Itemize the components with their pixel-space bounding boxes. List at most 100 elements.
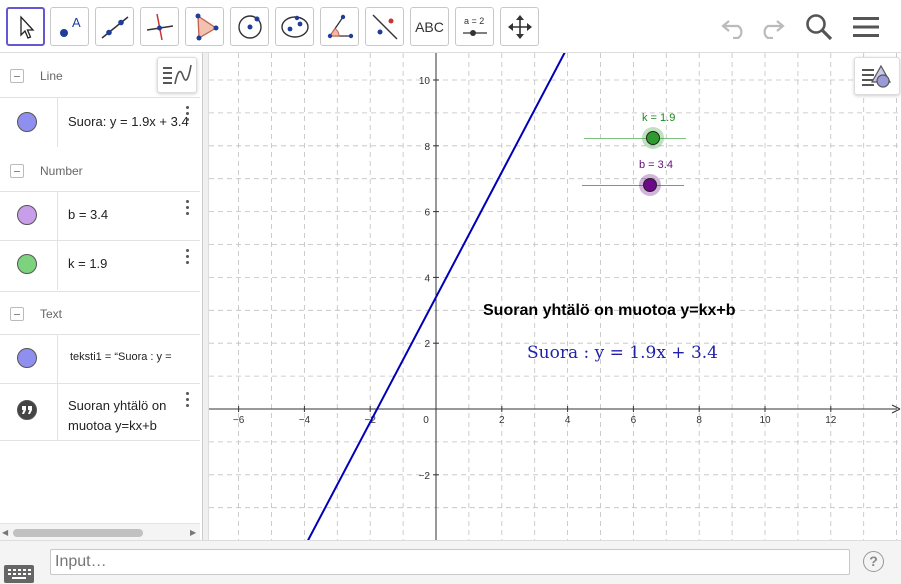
angle-icon: [327, 14, 353, 38]
menu-icon: [853, 17, 879, 37]
menu-button[interactable]: [849, 10, 883, 44]
slider-track[interactable]: [582, 185, 684, 186]
more-options-icon[interactable]: [186, 106, 190, 124]
conic-ellipse-icon: [280, 15, 309, 38]
slider-label: k = 1.9: [642, 112, 676, 124]
conic-tool-button[interactable]: [275, 7, 314, 46]
category-label: Text: [40, 306, 63, 321]
slider-k[interactable]: k = 1.9: [584, 108, 704, 149]
algebra-expression-line2: muotoa y=kx+b: [68, 418, 157, 433]
slider-b[interactable]: b = 3.4: [582, 155, 702, 196]
search-icon: [806, 14, 833, 41]
polygon-tool-button[interactable]: [185, 7, 224, 46]
category-line[interactable]: Line: [0, 54, 200, 98]
move-arrow-icon: [19, 14, 34, 39]
algebra-expression: k = 1.9: [68, 256, 108, 271]
category-number[interactable]: Number: [0, 149, 200, 193]
collapse-icon[interactable]: [10, 306, 24, 321]
x-tick-label: 4: [565, 415, 571, 426]
slider-knob[interactable]: [642, 127, 664, 149]
equation-text[interactable]: Suora : y = 1.9x + 3.4: [527, 343, 718, 363]
y-tick-label: −2: [419, 471, 431, 482]
quote-icon: [17, 400, 37, 420]
input-field[interactable]: [50, 549, 850, 575]
line-tool-button[interactable]: [95, 7, 134, 46]
move-view-icon: [507, 14, 532, 39]
x-tick-label: 6: [631, 415, 637, 426]
text-tool-button[interactable]: ABC: [410, 7, 449, 46]
slider-track[interactable]: [584, 138, 686, 139]
x-tick-label: 2: [499, 415, 505, 426]
input-bar: ?: [0, 540, 901, 584]
toolbar: A ABC a = 2: [0, 0, 901, 53]
point-tool-button[interactable]: A: [50, 7, 89, 46]
line-icon: [101, 15, 128, 39]
circle-center-point-icon: [237, 14, 262, 39]
more-options-icon[interactable]: [186, 392, 190, 410]
category-label: Number: [40, 164, 83, 178]
x-tick-label: 0: [423, 415, 429, 426]
help-icon[interactable]: ?: [863, 551, 884, 572]
point-icon: A: [59, 15, 81, 37]
polygon-icon: [195, 13, 218, 40]
circle-tool-button[interactable]: [230, 7, 269, 46]
y-tick-label: 6: [424, 208, 430, 219]
algebra-expression: Suora: y = 1.9x + 3.4: [68, 114, 189, 129]
scrollbar-thumb[interactable]: [13, 529, 143, 537]
perpendicular-tool-button[interactable]: [140, 7, 179, 46]
text-tool-icon: ABC: [415, 18, 444, 35]
svg-text:a = 2: a = 2: [464, 16, 484, 26]
algebra-item-teksti1[interactable]: teksti1 = “Suora : y =: [0, 334, 200, 384]
collapse-icon[interactable]: [10, 69, 24, 83]
y-tick-label: 8: [424, 142, 430, 153]
slider-tool-button[interactable]: a = 2: [455, 7, 494, 46]
slider-tool-icon: a = 2: [462, 16, 487, 36]
reflect-icon: [372, 14, 397, 39]
scroll-right-icon[interactable]: ▶: [190, 528, 196, 537]
x-tick-label: 12: [825, 415, 837, 426]
slider-knob[interactable]: [639, 174, 661, 196]
visibility-marble[interactable]: [17, 112, 37, 132]
category-label: Line: [40, 69, 63, 83]
redo-icon: [763, 20, 785, 39]
horizontal-scrollbar[interactable]: ◀ ▶: [0, 523, 200, 540]
angle-tool-button[interactable]: [320, 7, 359, 46]
graphics-style-bar-button[interactable]: [854, 57, 900, 95]
y-tick-label: 10: [419, 76, 431, 87]
graphics-canvas[interactable]: −6−4−2024681012108642−2: [209, 53, 901, 540]
algebra-view: Line Suora: y = 1.9x + 3.4 Number b = 3.…: [0, 53, 203, 540]
move-view-tool-button[interactable]: [500, 7, 539, 46]
visibility-marble[interactable]: [17, 254, 37, 274]
more-options-icon[interactable]: [186, 200, 190, 218]
slider-label: b = 3.4: [639, 159, 673, 171]
graphics-view[interactable]: −6−4−2024681012108642−2 k = 1.9 b = 3.4 …: [209, 53, 901, 540]
x-tick-label: 10: [759, 415, 771, 426]
undo-icon: [721, 20, 743, 39]
scroll-left-icon[interactable]: ◀: [2, 528, 8, 537]
graphics-style-icon: [862, 64, 892, 88]
algebra-item-k[interactable]: k = 1.9: [0, 240, 200, 290]
title-text[interactable]: Suoran yhtälö on muotoa y=kx+b: [483, 302, 736, 320]
more-options-icon[interactable]: [186, 249, 190, 267]
svg-text:A: A: [72, 15, 81, 30]
x-tick-label: −6: [233, 415, 245, 426]
perpendicular-line-icon: [146, 13, 173, 40]
move-tool-button[interactable]: [6, 7, 45, 46]
y-tick-label: 4: [424, 273, 430, 284]
algebra-expression: teksti1 = “Suora : y =: [70, 351, 172, 363]
collapse-icon[interactable]: [10, 164, 24, 178]
undo-button[interactable]: [718, 10, 752, 44]
reflect-tool-button[interactable]: [365, 7, 404, 46]
algebra-item-text[interactable]: Suoran yhtälö on muotoa y=kx+b: [0, 383, 200, 441]
visibility-marble[interactable]: [17, 205, 37, 225]
keyboard-icon[interactable]: [4, 565, 34, 583]
category-text[interactable]: Text: [0, 291, 200, 335]
algebra-item-b[interactable]: b = 3.4: [0, 191, 200, 241]
visibility-marble[interactable]: [17, 348, 37, 368]
redo-button[interactable]: [754, 10, 788, 44]
search-button[interactable]: [802, 10, 836, 44]
y-tick-label: 2: [424, 339, 430, 350]
x-tick-label: 8: [696, 415, 702, 426]
algebra-expression: b = 3.4: [68, 207, 109, 222]
algebra-item-line[interactable]: Suora: y = 1.9x + 3.4: [0, 97, 200, 147]
